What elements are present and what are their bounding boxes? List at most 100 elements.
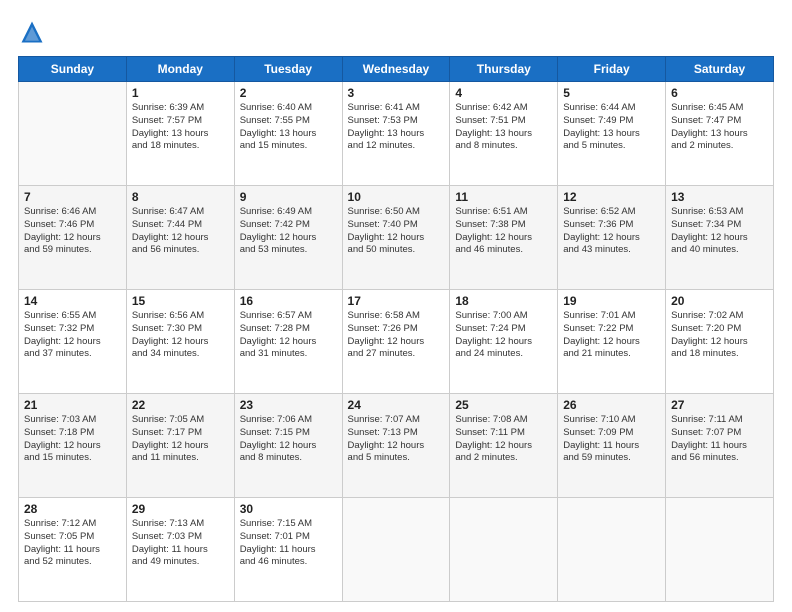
day-number: 22	[132, 398, 229, 412]
calendar-table: SundayMondayTuesdayWednesdayThursdayFrid…	[18, 56, 774, 602]
cell-info-line: and 49 minutes.	[132, 556, 229, 569]
day-number: 25	[455, 398, 552, 412]
day-number: 9	[240, 190, 337, 204]
cell-info-line: Sunset: 7:30 PM	[132, 323, 229, 336]
calendar-cell: 20Sunrise: 7:02 AMSunset: 7:20 PMDayligh…	[666, 290, 774, 394]
page: SundayMondayTuesdayWednesdayThursdayFrid…	[0, 0, 792, 612]
cell-info-line: and 46 minutes.	[240, 556, 337, 569]
cell-info-line: Sunrise: 7:03 AM	[24, 414, 121, 427]
calendar-cell: 26 Sunrise: 7:10 AMSunset: 7:09 PMDayligh…	[558, 394, 666, 498]
cell-info-line: Sunrise: 6:51 AM	[455, 206, 552, 219]
cell-info-line: Sunrise: 7:07 AM	[348, 414, 445, 427]
calendar-cell: 9Sunrise: 6:49 AMSunset: 7:42 PMDaylight…	[234, 186, 342, 290]
day-number: 7	[24, 190, 121, 204]
calendar-cell: 3Sunrise: 6:41 AMSunset: 7:53 PMDaylight…	[342, 82, 450, 186]
cell-info-line: Sunrise: 7:02 AM	[671, 310, 768, 323]
cell-info-line: Sunrise: 7:12 AM	[24, 518, 121, 531]
calendar-cell: 17Sunrise: 6:58 AMSunset: 7:26 PMDayligh…	[342, 290, 450, 394]
cell-info-line: Sunrise: 7:11 AM	[671, 414, 768, 427]
cell-info-line: Sunrise: 6:52 AM	[563, 206, 660, 219]
calendar-cell: 29Sunrise: 7:13 AMSunset: 7:03 PMDayligh…	[126, 498, 234, 602]
calendar-cell: 23Sunrise: 7:06 AMSunset: 7:15 PMDayligh…	[234, 394, 342, 498]
day-number: 16	[240, 294, 337, 308]
cell-info-line: Sunset: 7:28 PM	[240, 323, 337, 336]
calendar-row-0: 1Sunrise: 6:39 AMSunset: 7:57 PMDaylight…	[19, 82, 774, 186]
cell-info-line: Daylight: 11 hours	[563, 440, 660, 453]
weekday-header-thursday: Thursday	[450, 57, 558, 82]
cell-info-line: Sunrise: 6:47 AM	[132, 206, 229, 219]
cell-info-line: Sunset: 7:26 PM	[348, 323, 445, 336]
cell-info-line: Sunset: 7:05 PM	[24, 531, 121, 544]
calendar-cell: 18Sunrise: 7:00 AMSunset: 7:24 PMDayligh…	[450, 290, 558, 394]
day-number: 11	[455, 190, 552, 204]
cell-info-line: Daylight: 12 hours	[24, 440, 121, 453]
cell-info-line: Daylight: 12 hours	[132, 232, 229, 245]
cell-info-line: Sunrise: 6:42 AM	[455, 102, 552, 115]
calendar-cell: 22Sunrise: 7:05 AMSunset: 7:17 PMDayligh…	[126, 394, 234, 498]
cell-info-line: Sunset: 7:09 PM	[563, 427, 660, 440]
cell-info-line: and 59 minutes.	[563, 452, 660, 465]
day-number: 30	[240, 502, 337, 516]
cell-info-line: Daylight: 13 hours	[240, 128, 337, 141]
cell-info-line: and 11 minutes.	[132, 452, 229, 465]
calendar-cell: 5 Sunrise: 6:44 AMSunset: 7:49 PMDaylight…	[558, 82, 666, 186]
day-number: 15	[132, 294, 229, 308]
cell-info-line: and 8 minutes.	[455, 140, 552, 153]
cell-info-line: Sunrise: 6:45 AM	[671, 102, 768, 115]
cell-info-line: Sunset: 7:44 PM	[132, 219, 229, 232]
day-number: 10	[348, 190, 445, 204]
day-number: 20	[671, 294, 768, 308]
calendar-cell: 19Sunrise: 7:01 AMSunset: 7:22 PMDayligh…	[558, 290, 666, 394]
day-number: 21	[24, 398, 121, 412]
cell-info-line: and 5 minutes.	[563, 140, 660, 153]
cell-info-line: Sunset: 7:20 PM	[671, 323, 768, 336]
cell-info-line: and 18 minutes.	[671, 348, 768, 361]
calendar-cell: 1Sunrise: 6:39 AMSunset: 7:57 PMDaylight…	[126, 82, 234, 186]
cell-info-line: Sunset: 7:34 PM	[671, 219, 768, 232]
cell-info-line: Sunrise: 7:10 AM	[563, 414, 660, 427]
day-number: 2	[240, 86, 337, 100]
cell-info-line: Sunset: 7:46 PM	[24, 219, 121, 232]
cell-info-line: Sunrise: 7:08 AM	[455, 414, 552, 427]
cell-info-line: Sunset: 7:57 PM	[132, 115, 229, 128]
weekday-header-wednesday: Wednesday	[342, 57, 450, 82]
day-number: 26	[563, 398, 660, 412]
calendar-cell: 7Sunrise: 6:46 AMSunset: 7:46 PMDaylight…	[19, 186, 127, 290]
cell-info-line: Daylight: 12 hours	[24, 232, 121, 245]
cell-info-line: Sunset: 7:01 PM	[240, 531, 337, 544]
cell-info-line: Sunset: 7:49 PM	[563, 115, 660, 128]
day-number: 17	[348, 294, 445, 308]
cell-info-line: Sunset: 7:36 PM	[563, 219, 660, 232]
cell-info-line: and 59 minutes.	[24, 244, 121, 257]
cell-info-line: Sunrise: 6:44 AM	[563, 102, 660, 115]
cell-info-line: Daylight: 12 hours	[563, 336, 660, 349]
cell-info-line: Sunset: 7:07 PM	[671, 427, 768, 440]
day-number: 19	[563, 294, 660, 308]
day-number: 5	[563, 86, 660, 100]
calendar-cell: 14Sunrise: 6:55 AMSunset: 7:32 PMDayligh…	[19, 290, 127, 394]
cell-info-line: Daylight: 11 hours	[132, 544, 229, 557]
cell-info-line: Daylight: 12 hours	[563, 232, 660, 245]
weekday-header-monday: Monday	[126, 57, 234, 82]
cell-info-line: Daylight: 12 hours	[455, 232, 552, 245]
cell-info-line: and 8 minutes.	[240, 452, 337, 465]
cell-info-line: and 56 minutes.	[132, 244, 229, 257]
cell-info-line: Daylight: 13 hours	[563, 128, 660, 141]
calendar-cell: 11Sunrise: 6:51 AMSunset: 7:38 PMDayligh…	[450, 186, 558, 290]
cell-info-line: and 24 minutes.	[455, 348, 552, 361]
cell-info-line: and 2 minutes.	[671, 140, 768, 153]
cell-info-line: Sunset: 7:17 PM	[132, 427, 229, 440]
cell-info-line: Sunset: 7:47 PM	[671, 115, 768, 128]
cell-info-line: Sunrise: 6:40 AM	[240, 102, 337, 115]
day-number: 8	[132, 190, 229, 204]
cell-info-line: Sunset: 7:51 PM	[455, 115, 552, 128]
calendar-cell: 6Sunrise: 6:45 AMSunset: 7:47 PMDaylight…	[666, 82, 774, 186]
day-number: 14	[24, 294, 121, 308]
cell-info-line: and 21 minutes.	[563, 348, 660, 361]
cell-info-line: Sunset: 7:15 PM	[240, 427, 337, 440]
cell-info-line: Daylight: 12 hours	[348, 232, 445, 245]
cell-info-line: Sunset: 7:13 PM	[348, 427, 445, 440]
day-number: 29	[132, 502, 229, 516]
cell-info-line: and 56 minutes.	[671, 452, 768, 465]
cell-info-line: and 43 minutes.	[563, 244, 660, 257]
